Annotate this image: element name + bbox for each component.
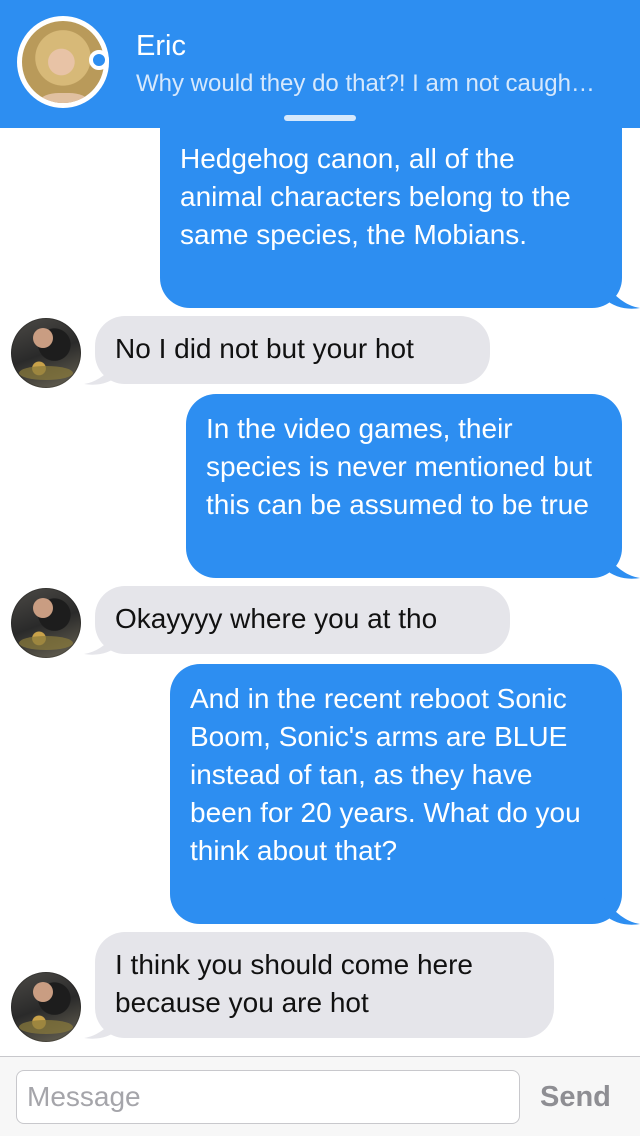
sender-avatar[interactable] (11, 972, 81, 1042)
message-text: And in the recent reboot Sonic Boom, Son… (190, 683, 581, 866)
online-status-icon (89, 50, 109, 70)
incoming-message: Okayyyy where you at tho (95, 586, 510, 654)
bubble-tail (604, 552, 640, 579)
message-text: Hedgehog canon, all of the animal charac… (180, 143, 571, 250)
outgoing-message: In the video games, their species is nev… (186, 394, 622, 578)
conversation-header: Eric Why would they do that?! I am not c… (0, 0, 640, 128)
sender-avatar[interactable] (11, 318, 81, 388)
sender-avatar[interactable] (11, 588, 81, 658)
message-text: In the video games, their species is nev… (206, 413, 592, 520)
bubble-tail (604, 898, 640, 925)
drag-handle[interactable] (284, 115, 356, 121)
message-text: Okayyyy where you at tho (115, 603, 438, 634)
last-message-preview: Why would they do that?! I am not caugh… (136, 70, 595, 97)
message-composer: Send (0, 1056, 640, 1136)
incoming-message: I think you should come here because you… (95, 932, 554, 1038)
message-input[interactable] (16, 1070, 520, 1124)
message-text: No I did not but your hot (115, 333, 414, 364)
message-thread[interactable]: Hedgehog canon, all of the animal charac… (0, 0, 640, 1056)
incoming-message: No I did not but your hot (95, 316, 490, 384)
outgoing-message: Hedgehog canon, all of the animal charac… (160, 98, 622, 308)
outgoing-message: And in the recent reboot Sonic Boom, Son… (170, 664, 622, 924)
send-button[interactable]: Send (540, 1077, 620, 1117)
bubble-tail (604, 282, 640, 309)
message-text: I think you should come here because you… (115, 949, 473, 1018)
contact-name[interactable]: Eric (136, 30, 186, 63)
